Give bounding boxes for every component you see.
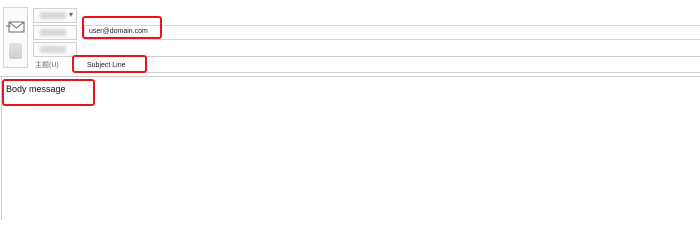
chevron-down-icon: ▾: [68, 10, 73, 19]
subject-label: 主题(U): [35, 62, 59, 69]
cc-input[interactable]: [84, 42, 700, 57]
from-label-blurred: [40, 12, 66, 19]
to-button[interactable]: [33, 25, 77, 40]
send-button[interactable]: [3, 7, 28, 68]
send-icon: [6, 21, 25, 33]
from-button[interactable]: ▾: [33, 8, 77, 23]
to-label-blurred: [40, 29, 66, 36]
cc-label-blurred: [40, 46, 66, 53]
highlight-body-message: [2, 79, 95, 106]
subject-input[interactable]: [80, 57, 700, 73]
email-compose-window: ▾ user@domain.com 主题(U) Subject Line Bod…: [0, 0, 700, 220]
cc-button[interactable]: [33, 42, 77, 57]
highlight-to-field: [82, 16, 162, 39]
send-label-blurred: [9, 43, 22, 59]
to-input[interactable]: [84, 25, 700, 40]
message-body-area[interactable]: [0, 76, 700, 220]
highlight-subject-field: [72, 55, 147, 73]
